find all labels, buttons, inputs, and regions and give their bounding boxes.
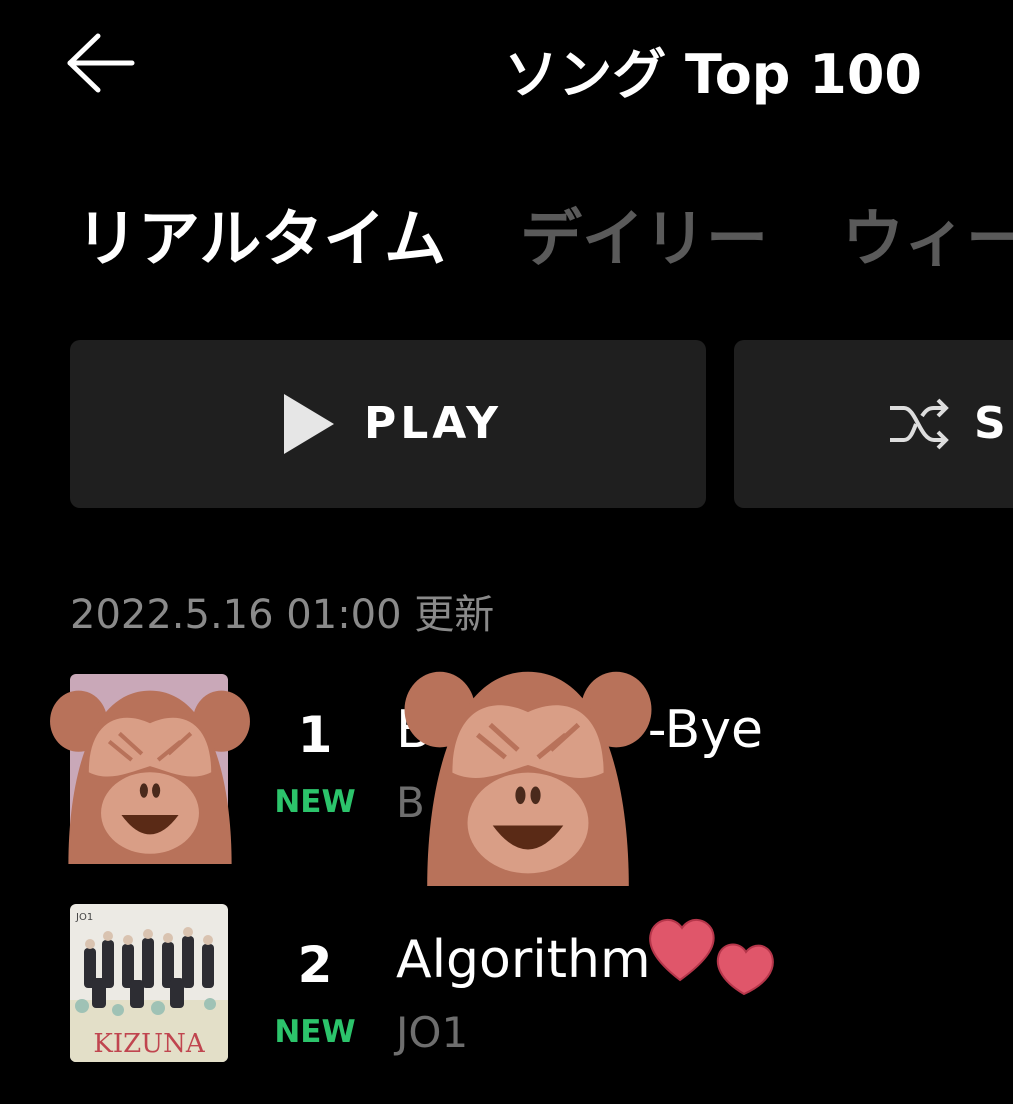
song-title: Algorithm [396,930,651,990]
rank-number: 2 [297,936,333,994]
hearts-icon [649,919,774,996]
album-top-text: JO1 [75,912,93,923]
song-row[interactable]: JO1 KIZUNA 2 NEW Algorithm JO1 [0,890,1013,1090]
play-button[interactable]: PLAY [70,340,706,508]
album-kizuna-text: KIZUNA [93,1029,205,1059]
rank-number: 1 [297,706,333,764]
play-label: PLAY [364,398,502,449]
new-badge: NEW [274,1014,356,1050]
see-no-evil-monkey-icon [50,690,250,864]
shuffle-icon [890,398,949,450]
tab-daily[interactable]: デイリー [520,188,768,278]
artist-name: JO1 [396,1008,469,1057]
shuffle-button[interactable]: S [734,340,1013,508]
new-badge: NEW [274,784,356,820]
page-title: ソング Top 100 [504,43,922,106]
tab-weekly[interactable]: ウィー [842,188,1013,278]
song-title-end: -Bye [647,700,764,760]
shuffle-label: S [974,398,1010,449]
update-timestamp: 2022.5.16 01:00 更新 [70,592,495,638]
song-chart-screen: ソング Top 100 リアルタイム デイリー ウィー PLAY S 2022.… [0,0,1013,1104]
tab-realtime[interactable]: リアルタイム [76,188,446,278]
see-no-evil-monkey-icon [404,671,652,886]
play-icon [284,394,334,454]
album-art: JO1 KIZUNA [70,904,228,1062]
